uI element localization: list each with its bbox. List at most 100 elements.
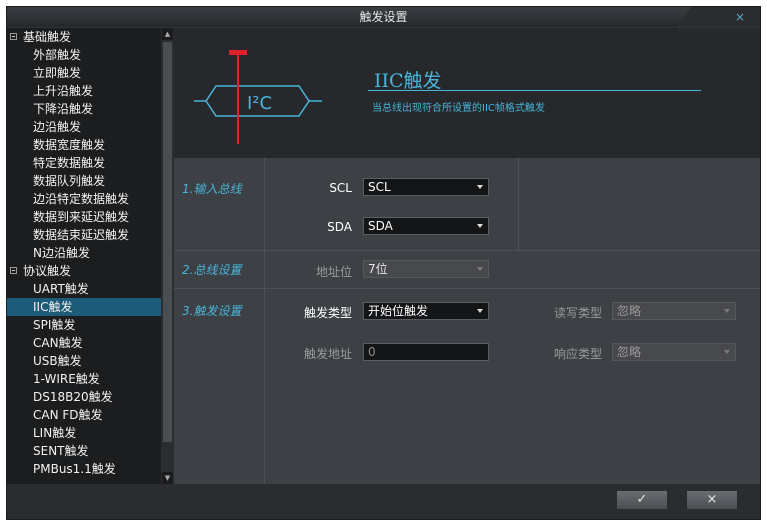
tree-item[interactable]: 上升沿触发 <box>7 82 161 100</box>
tree-item[interactable]: 数据队列触发 <box>7 172 161 190</box>
tree-item-label: 数据宽度触发 <box>33 138 106 152</box>
trigger-address-label: 触发地址 <box>303 347 352 361</box>
tree-item-label: LIN触发 <box>33 426 77 440</box>
tree-item-label: N边沿触发 <box>33 246 90 260</box>
tree-item[interactable]: USB触发 <box>7 352 161 370</box>
tree-group[interactable]: 基础触发 <box>7 28 161 46</box>
tree-scrollbar[interactable]: ▲ ▼ <box>161 28 174 484</box>
tree-item[interactable]: 下降沿触发 <box>7 100 161 118</box>
cancel-button[interactable]: × <box>686 490 738 510</box>
tree-item-label: 立即触发 <box>33 66 82 80</box>
tree-item[interactable]: PMBus1.1触发 <box>7 460 161 478</box>
ack-type-select[interactable]: 忽略 <box>612 343 736 361</box>
tree-item[interactable]: DS18B20触发 <box>7 388 161 406</box>
close-icon[interactable]: × <box>730 7 750 27</box>
tree-item-label: UART触发 <box>33 282 89 296</box>
scroll-down-icon[interactable]: ▼ <box>162 472 173 484</box>
ok-button[interactable]: ✓ <box>616 490 668 510</box>
section-input-bus: 1.输入总线 <box>182 182 242 196</box>
trigger-address-input[interactable]: 0 <box>363 343 489 361</box>
tree-item[interactable]: 数据宽度触发 <box>7 136 161 154</box>
tree-item-label: 1-WIRE触发 <box>33 372 100 386</box>
tree-item-label: 特定数据触发 <box>33 156 106 170</box>
window-title: 触发设置 <box>359 10 408 24</box>
rw-type-label: 读写类型 <box>553 306 602 320</box>
tree-item[interactable]: 数据到来延迟触发 <box>7 208 161 226</box>
sda-label: SDA <box>327 220 352 234</box>
sda-select[interactable]: SDA <box>363 217 489 235</box>
section-trigger-settings: 3.触发设置 <box>182 304 242 318</box>
tree-item[interactable]: SENT触发 <box>7 442 161 460</box>
tree-item-label: CAN触发 <box>33 336 83 350</box>
tree-item[interactable]: 数据结束延迟触发 <box>7 226 161 244</box>
i2c-logo-text: I²C <box>247 93 272 114</box>
tree-item-label: 边沿触发 <box>33 120 82 134</box>
scl-select-value: SCL <box>368 180 391 194</box>
collapse-icon[interactable] <box>10 33 17 40</box>
protocol-title: IIC触发 <box>374 70 442 92</box>
ack-type-value: 忽略 <box>617 345 642 359</box>
chevron-down-icon <box>477 224 483 228</box>
trigger-type-select[interactable]: 开始位触发 <box>363 302 489 320</box>
rw-type-select[interactable]: 忽略 <box>612 302 736 320</box>
tree-item-label: PMBus1.1触发 <box>33 462 116 476</box>
ack-type-label: 响应类型 <box>553 347 602 361</box>
tree-group[interactable]: 协议触发 <box>7 262 161 280</box>
sda-select-value: SDA <box>368 219 393 233</box>
tree-item-label: CAN FD触发 <box>33 408 103 422</box>
section-bus-settings: 2.总线设置 <box>182 263 242 277</box>
scl-select[interactable]: SCL <box>363 178 489 196</box>
tree-item-label: 数据结束延迟触发 <box>33 228 130 242</box>
trigger-type-value: 开始位触发 <box>368 304 429 318</box>
tree-item-label: 上升沿触发 <box>33 84 94 98</box>
chevron-down-icon <box>477 267 483 271</box>
tree-item-label: 边沿特定数据触发 <box>33 192 130 206</box>
tree-item[interactable]: 边沿特定数据触发 <box>7 190 161 208</box>
address-bits-label: 地址位 <box>315 265 352 279</box>
tree-item[interactable]: CAN FD触发 <box>7 406 161 424</box>
protocol-banner: I²C IIC触发 当总线出现符合所设置的IIC帧格式触发 <box>174 28 760 158</box>
chevron-down-icon <box>724 309 730 313</box>
scroll-up-icon[interactable]: ▲ <box>162 28 173 40</box>
chevron-down-icon <box>477 185 483 189</box>
tree-item[interactable]: LIN触发 <box>7 424 161 442</box>
tree-item[interactable]: IIC触发 <box>7 298 161 316</box>
title-underline <box>368 90 701 91</box>
chevron-down-icon <box>477 309 483 313</box>
column-divider <box>264 158 265 484</box>
address-bits-select[interactable]: 7位 <box>363 260 489 278</box>
title-bar: 触发设置 × <box>7 7 760 27</box>
settings-panel: I²C IIC触发 当总线出现符合所设置的IIC帧格式触发 1.输入总线 SCL… <box>174 28 760 484</box>
section-divider <box>174 250 760 251</box>
tree-item[interactable]: SPI触发 <box>7 316 161 334</box>
tree-item-label: 协议触发 <box>23 264 72 278</box>
tree-item-label: DS18B20触发 <box>33 390 113 404</box>
rw-type-value: 忽略 <box>617 304 642 318</box>
tree-item[interactable]: 边沿触发 <box>7 118 161 136</box>
column-divider-right <box>518 158 519 250</box>
tree-item[interactable]: N边沿触发 <box>7 244 161 262</box>
scroll-thumb[interactable] <box>163 42 172 442</box>
trigger-settings-window: 触发设置 × 基础触发 外部触发立即触发上升沿触发下降沿触发边沿触发数据宽度触发特… <box>6 6 761 520</box>
tree-item-label: 数据队列触发 <box>33 174 106 188</box>
address-bits-value: 7位 <box>368 262 388 276</box>
dialog-footer: ✓ × <box>7 484 760 519</box>
tree-item-label: SPI触发 <box>33 318 76 332</box>
tree-item[interactable]: 1-WIRE触发 <box>7 370 161 388</box>
tree-item[interactable]: CAN触发 <box>7 334 161 352</box>
trigger-type-label: 触发类型 <box>303 306 352 320</box>
i2c-logo-icon: I²C <box>194 50 322 144</box>
tree-item[interactable]: UART触发 <box>7 280 161 298</box>
scl-label: SCL <box>329 181 352 195</box>
tree-item-label: 下降沿触发 <box>33 102 94 116</box>
trigger-tree: 基础触发 外部触发 立即触发 上升沿触发 下降沿触发 边沿触发 数据宽度触发 特定数据触发 数据… <box>7 28 161 484</box>
protocol-description: 当总线出现符合所设置的IIC帧格式触发 <box>372 103 545 114</box>
tree-item-label: USB触发 <box>33 354 82 368</box>
section-divider <box>174 288 760 289</box>
collapse-icon[interactable] <box>10 267 17 274</box>
tree-item-label: 数据到来延迟触发 <box>33 210 130 224</box>
tree-item-label: SENT触发 <box>33 444 89 458</box>
tree-item[interactable]: 特定数据触发 <box>7 154 161 172</box>
tree-item[interactable]: 外部触发 <box>7 46 161 64</box>
tree-item[interactable]: 立即触发 <box>7 64 161 82</box>
